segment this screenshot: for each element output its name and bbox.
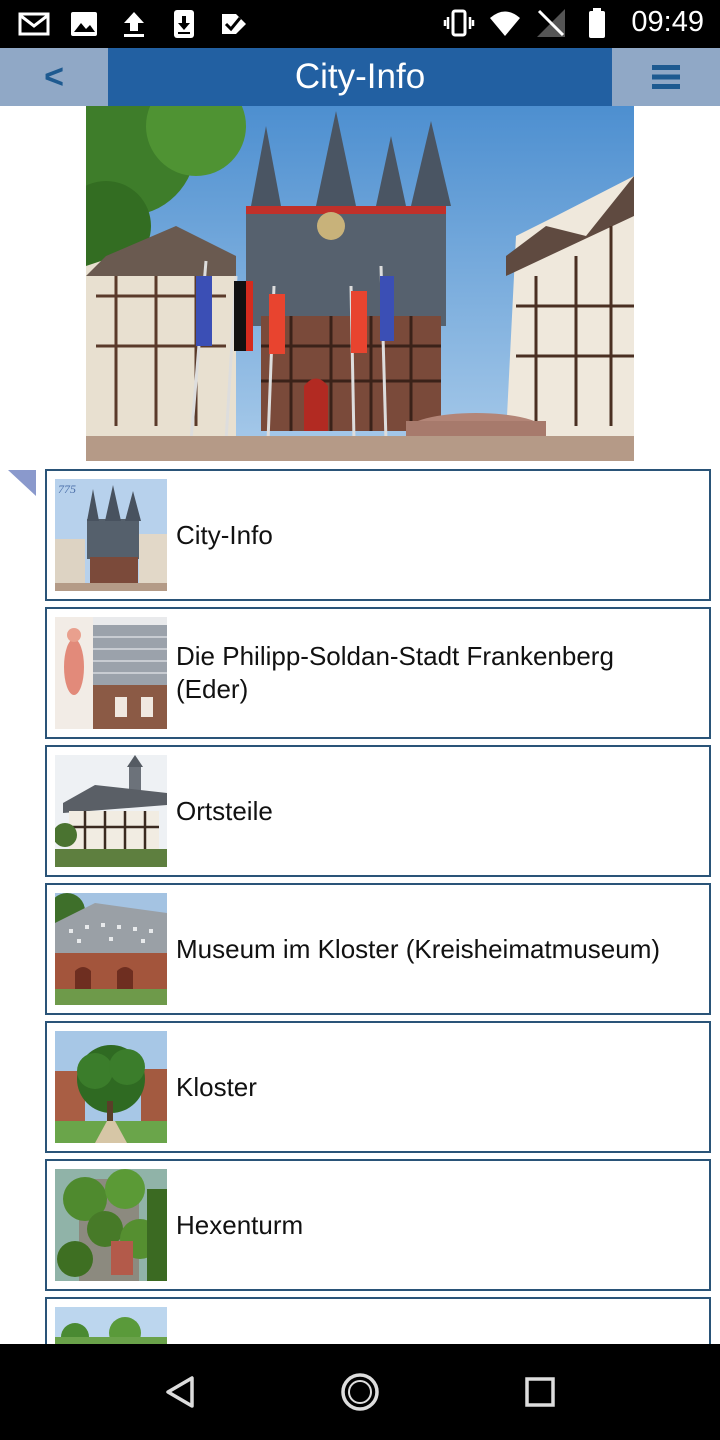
list-item-label: Kloster [176, 1071, 257, 1102]
list-item[interactable]: Die Philipp-Soldan-Stadt Frankenberg (Ed… [45, 607, 711, 739]
hexenturm-thumbnail [55, 1169, 167, 1281]
hero-image [86, 106, 634, 461]
back-nav-icon[interactable] [158, 1370, 202, 1414]
list-item[interactable]: Ortsteile [45, 745, 711, 877]
page-title: City-Info [294, 57, 426, 96]
no-sim-icon [537, 8, 566, 37]
back-label: < [44, 57, 64, 96]
next-item-thumbnail [55, 1307, 167, 1344]
list-item-label: Museum im Kloster (Kreisheimatmuseum) [176, 933, 661, 964]
list-item[interactable] [45, 1297, 711, 1344]
list-item[interactable]: Hexenturm [45, 1159, 711, 1291]
home-nav-icon[interactable] [338, 1370, 382, 1414]
gmail-icon [18, 12, 50, 36]
city-info-list: 775 City-Info Die Philipp-Soldan-Stadt F… [45, 469, 711, 1344]
vibrate-icon [444, 9, 475, 36]
selection-corner-marker [8, 470, 36, 496]
list-item[interactable]: Museum im Kloster (Kreisheimatmuseum) [45, 883, 711, 1015]
kloster-thumbnail [55, 1031, 167, 1143]
list-item[interactable]: Kloster [45, 1021, 711, 1153]
list-item-label: Ortsteile [176, 795, 273, 826]
list-item-label: City-Info [176, 519, 273, 550]
list-item-label: Hexenturm [176, 1209, 304, 1240]
recents-nav-icon[interactable] [518, 1370, 562, 1414]
status-time: 09:49 [631, 6, 704, 38]
list-item-label: Die Philipp-Soldan-Stadt Frankenberg (Ed… [176, 641, 614, 704]
list-item[interactable]: 775 City-Info [45, 469, 711, 601]
wifi-icon [490, 11, 521, 36]
ortsteile-thumbnail [55, 755, 167, 867]
menu-button[interactable] [612, 48, 720, 106]
app-header: < City-Info [0, 48, 720, 106]
upload-icon [124, 12, 144, 37]
town-hall-photo [86, 106, 634, 461]
museum-thumbnail [55, 893, 167, 1005]
title-bar: City-Info [108, 48, 612, 106]
battery-icon [589, 7, 606, 38]
philipp-soldan-thumbnail [55, 617, 167, 729]
back-button[interactable]: < [0, 48, 108, 106]
city-info-thumbnail: 775 [55, 479, 167, 591]
status-bar: 09:49 [0, 0, 720, 48]
system-nav-bar [0, 1344, 720, 1440]
check-badge-icon [222, 14, 246, 34]
image-icon [71, 12, 97, 36]
download-icon [174, 10, 194, 38]
hamburger-menu-icon [652, 65, 680, 89]
svg-text:775: 775 [58, 482, 76, 496]
